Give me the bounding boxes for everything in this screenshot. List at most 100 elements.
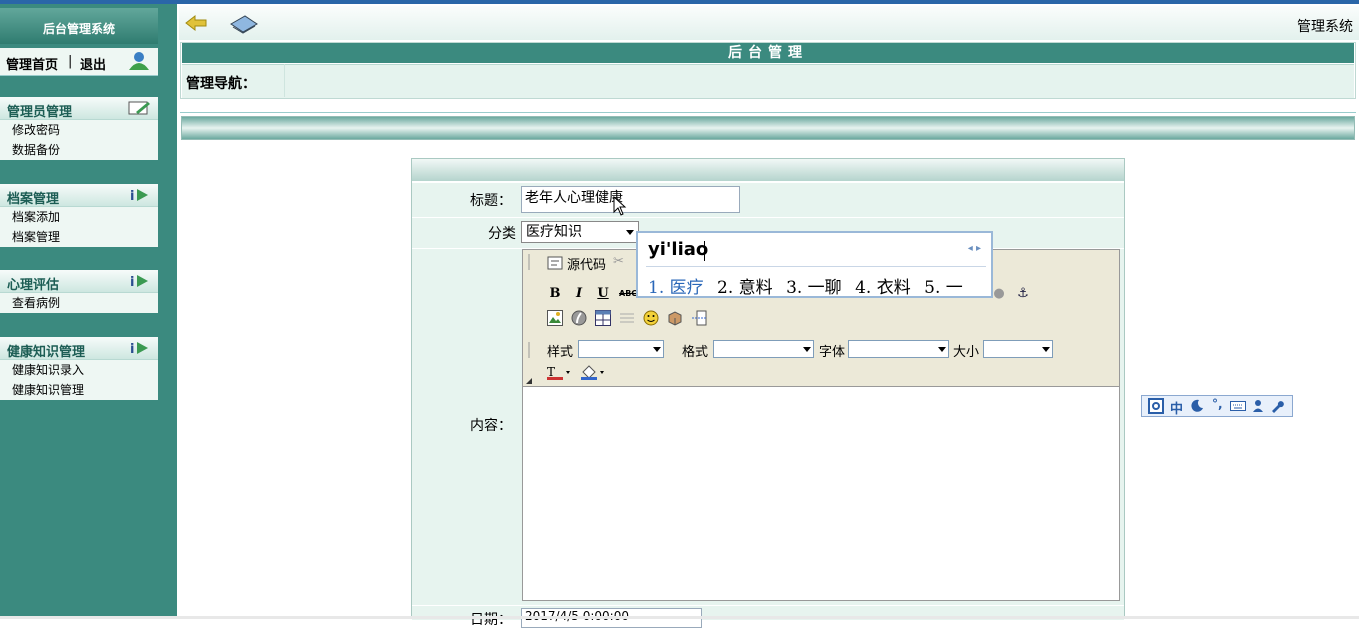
- underline-button[interactable]: U: [595, 286, 611, 302]
- title-input[interactable]: 老年人心理健康: [521, 186, 740, 213]
- ime-candidate[interactable]: 3. 一聊: [786, 278, 842, 298]
- ime-candidate[interactable]: 4. 衣料: [855, 278, 911, 298]
- home-link[interactable]: 管理首页: [6, 54, 58, 73]
- format-select[interactable]: [713, 340, 814, 358]
- ime-mode-toggle[interactable]: 中: [1170, 398, 1183, 417]
- format-label: 格式: [682, 345, 709, 360]
- group-title: 健康知识管理: [7, 345, 86, 360]
- smiley-icon[interactable]: [643, 310, 659, 326]
- ime-divider: [646, 266, 986, 267]
- keyboard-icon[interactable]: [1230, 401, 1246, 411]
- sidebar-item-data-backup[interactable]: 数据备份: [0, 140, 158, 160]
- chevron-down-icon: [938, 347, 946, 352]
- category-select[interactable]: 医疗知识: [521, 221, 639, 243]
- table-icon[interactable]: [595, 310, 611, 326]
- nav-label: 管理导航：: [186, 76, 256, 92]
- special-char-icon[interactable]: [667, 310, 683, 326]
- moon-icon[interactable]: [1190, 399, 1204, 413]
- strikethrough-icon[interactable]: ABC: [619, 286, 637, 302]
- book-icon[interactable]: [229, 12, 259, 36]
- horizontal-rule-icon[interactable]: [619, 310, 635, 326]
- logout-link[interactable]: 退出: [80, 54, 106, 73]
- flash-icon[interactable]: [571, 310, 587, 326]
- toolbar-grip: [528, 342, 530, 358]
- style-select[interactable]: [578, 340, 664, 358]
- group-title: 心理评估: [7, 278, 60, 293]
- sidebar-item-health-manage[interactable]: 健康知识管理: [0, 380, 158, 400]
- sidebar-group-header[interactable]: 心理评估 i: [0, 270, 158, 293]
- ime-status-bar: 中 °,: [1141, 395, 1293, 417]
- sidebar-group-header[interactable]: 管理员管理: [0, 97, 158, 120]
- nav-row: 管理导航：: [182, 64, 1354, 98]
- chevron-down-icon: [803, 347, 811, 352]
- title-row: [412, 182, 1124, 217]
- cut-icon[interactable]: ✂: [613, 254, 624, 269]
- bold-button[interactable]: B: [547, 286, 563, 302]
- font-label: 字体: [819, 345, 846, 360]
- anchor-icon[interactable]: ⚓: [1015, 286, 1031, 302]
- sidebar-group-assessment: 心理评估 i 查看病例: [0, 270, 158, 313]
- sidebar-item-health-input[interactable]: 健康知识录入: [0, 360, 158, 380]
- system-title: 管理系统: [1297, 19, 1353, 35]
- background-color-icon[interactable]: [581, 364, 607, 380]
- toolbar-grip: [528, 254, 530, 270]
- back-arrow-icon[interactable]: [185, 14, 207, 32]
- ime-caret: [704, 241, 705, 261]
- ime-candidate[interactable]: 1. 医疗: [648, 278, 704, 298]
- banner-title: 后台管理: [182, 43, 1354, 63]
- ime-page-arrows-icon[interactable]: ◂ ▸: [968, 243, 981, 254]
- category-label: 分类: [488, 226, 516, 242]
- page-break-icon[interactable]: [691, 310, 707, 326]
- svg-text:i: i: [130, 189, 134, 204]
- sidebar-item-archive-add[interactable]: 档案添加: [0, 207, 158, 227]
- category-value: 医疗知识: [526, 224, 582, 240]
- top-toolbar: [179, 6, 1359, 40]
- ime-input-text: yi'liao: [648, 239, 709, 260]
- sidebar-home-row: 管理首页 | 退出: [0, 48, 158, 76]
- top-accent-line: [0, 0, 1359, 4]
- italic-button[interactable]: I: [571, 286, 587, 302]
- sidebar-group-health: 健康知识管理 i 健康知识录入 健康知识管理: [0, 337, 158, 400]
- sidebar-group-archive: 档案管理 i 档案添加 档案管理: [0, 184, 158, 247]
- help-icon: i: [130, 342, 148, 357]
- size-label: 大小: [953, 345, 980, 360]
- resize-icon[interactable]: [526, 378, 532, 384]
- ime-candidate[interactable]: 2. 意料: [717, 278, 773, 298]
- svg-text:i: i: [130, 275, 134, 290]
- size-select[interactable]: [983, 340, 1053, 358]
- find-icon[interactable]: ●: [991, 286, 1007, 302]
- sidebar-item-archive-manage[interactable]: 档案管理: [0, 227, 158, 247]
- content-label: 内容：: [470, 418, 512, 434]
- font-select[interactable]: [848, 340, 949, 358]
- ime-candidate[interactable]: 5. 一: [924, 278, 963, 298]
- sidebar-group-header[interactable]: 档案管理 i: [0, 184, 158, 207]
- svg-text:i: i: [130, 342, 134, 357]
- image-icon[interactable]: [547, 310, 563, 326]
- section-bar: [181, 116, 1355, 140]
- user-icon[interactable]: [1252, 399, 1264, 413]
- title-label: 标题：: [470, 193, 512, 209]
- group-title: 管理员管理: [7, 105, 73, 120]
- group-title: 档案管理: [7, 192, 60, 207]
- help-icon: i: [130, 189, 148, 204]
- source-code-icon: [547, 256, 563, 270]
- source-code-button[interactable]: 源代码: [567, 254, 606, 273]
- wrench-icon[interactable]: [1270, 399, 1284, 413]
- separator: |: [68, 54, 73, 69]
- chevron-down-icon: [653, 347, 661, 352]
- sidebar-group-header[interactable]: 健康知识管理 i: [0, 337, 158, 360]
- sidebar-item-view-cases[interactable]: 查看病例: [0, 293, 158, 313]
- sidebar-item-change-password[interactable]: 修改密码: [0, 120, 158, 140]
- punctuation-icon[interactable]: °,: [1212, 397, 1223, 411]
- edit-icon: [128, 101, 150, 115]
- nav-divider: [284, 64, 285, 97]
- svg-text:T: T: [547, 365, 555, 379]
- text-color-icon[interactable]: T: [547, 364, 573, 380]
- date-label: 日期：: [470, 612, 512, 628]
- help-icon: i: [130, 275, 148, 290]
- user-icon: [129, 52, 149, 70]
- chevron-down-icon: [626, 230, 634, 235]
- ime-logo-icon[interactable]: [1148, 398, 1164, 414]
- form-panel-header: [412, 159, 1124, 181]
- text-cursor-icon: [613, 196, 627, 216]
